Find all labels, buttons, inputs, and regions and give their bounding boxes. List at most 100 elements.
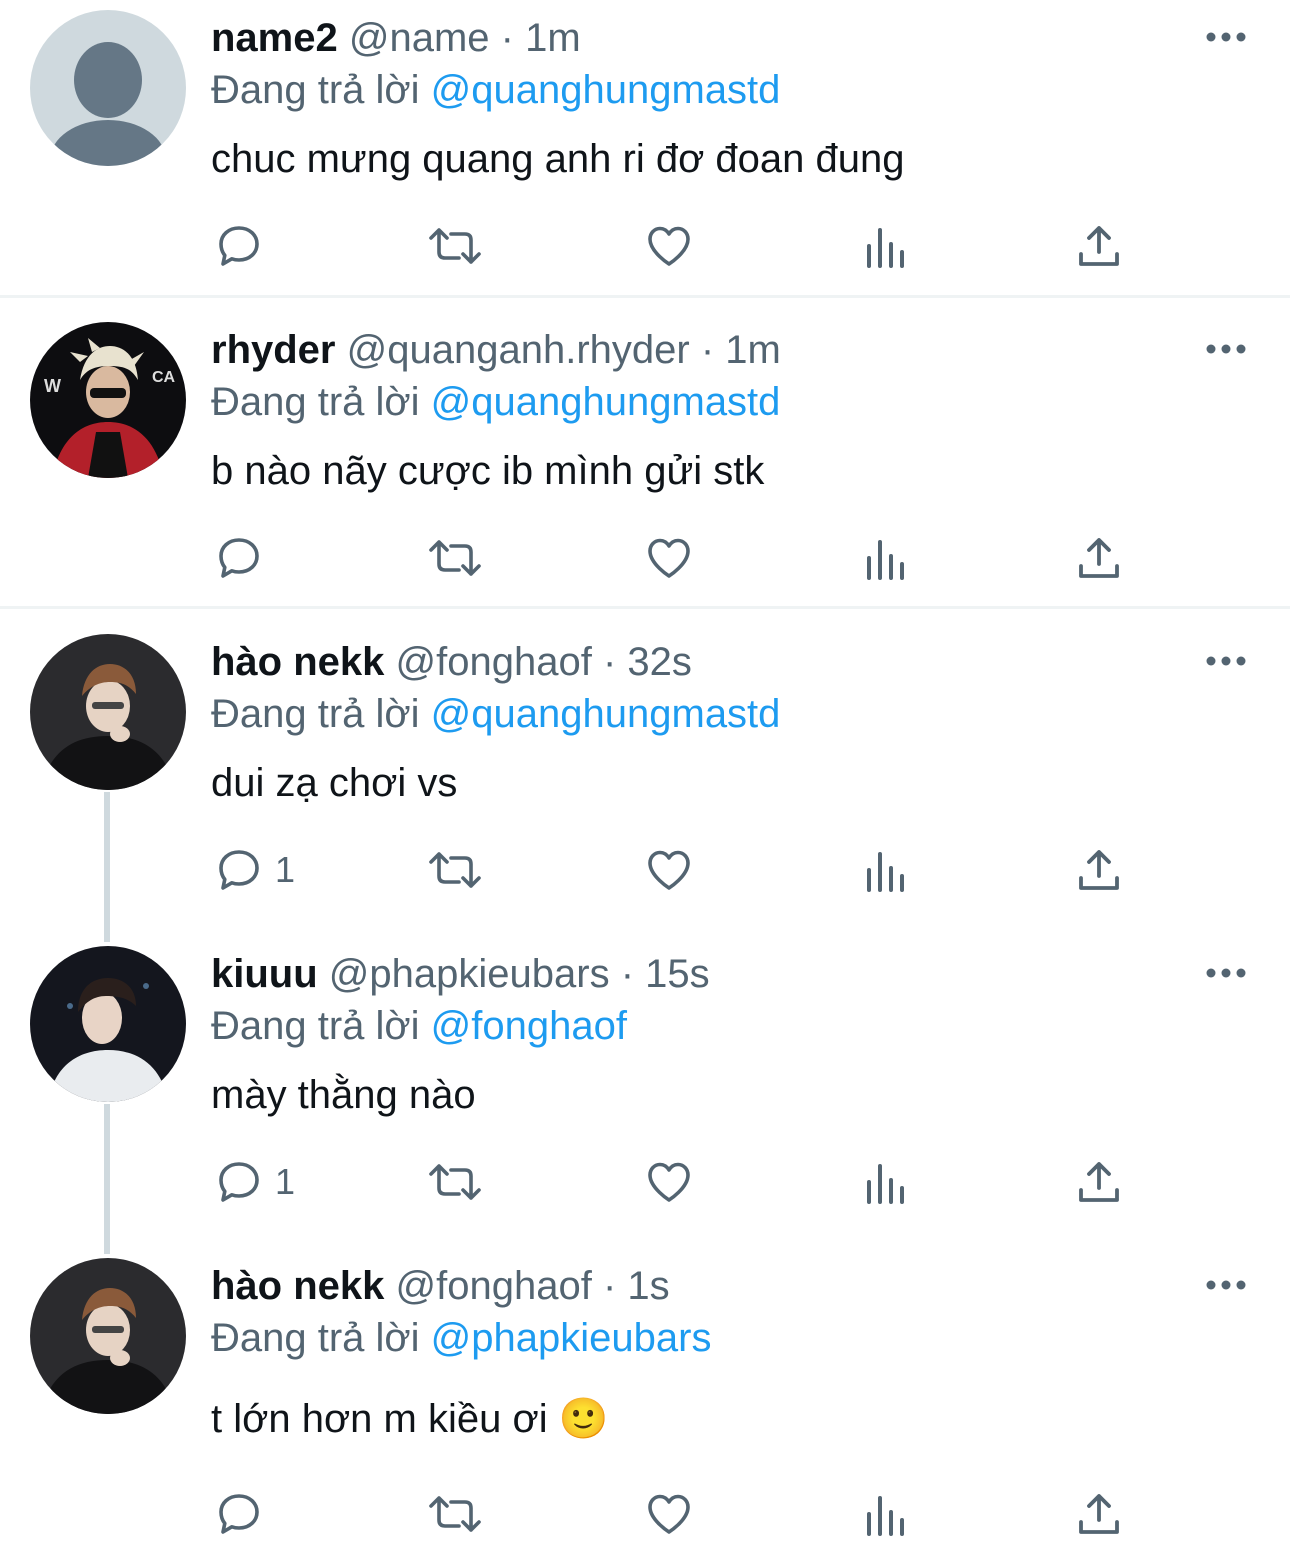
heart-icon	[648, 1494, 690, 1534]
tweet-text: mày thằng nào	[211, 1073, 476, 1117]
like-button[interactable]	[645, 844, 693, 896]
retweet-button[interactable]	[427, 532, 483, 584]
retweet-icon	[429, 1496, 481, 1532]
heart-icon	[648, 1162, 690, 1202]
analytics-icon	[867, 1164, 904, 1204]
replying-to: Đang trả lời @fonghaof	[211, 1002, 627, 1050]
reply-icon	[219, 1494, 259, 1534]
more-options-button[interactable]	[1203, 646, 1249, 676]
mention-link[interactable]: @quanghungmastd	[431, 692, 781, 736]
reply-icon	[219, 1162, 259, 1202]
avatar[interactable]: W CA	[30, 322, 186, 478]
action-bar: 1	[211, 844, 1151, 900]
heart-icon	[648, 850, 690, 890]
tweet-header: name2 @name · 1m	[211, 14, 581, 62]
views-button[interactable]	[861, 1156, 909, 1208]
timestamp[interactable]: · 1m	[701, 328, 781, 372]
tweet[interactable]: W CA rhyder @quanganh.rhyder · 1m Đang t…	[0, 312, 1290, 606]
mention-link[interactable]: @phapkieubars	[431, 1316, 712, 1360]
mention-link[interactable]: @fonghaof	[431, 1004, 627, 1048]
replying-to-label: Đang trả lời	[211, 380, 420, 424]
analytics-icon	[867, 540, 904, 580]
reply-icon	[219, 226, 259, 266]
retweet-button[interactable]	[427, 1156, 483, 1208]
handle[interactable]: @quanganh.rhyder	[347, 328, 690, 372]
like-button[interactable]	[645, 532, 693, 584]
reply-button[interactable]	[215, 532, 275, 584]
share-icon	[1079, 226, 1119, 266]
retweet-button[interactable]	[427, 1488, 483, 1540]
replying-to: Đang trả lời @quanghungmastd	[211, 690, 780, 738]
retweet-button[interactable]	[427, 220, 483, 272]
share-icon	[1079, 538, 1119, 578]
retweet-icon	[429, 852, 481, 888]
more-options-button[interactable]	[1203, 334, 1249, 364]
avatar[interactable]	[30, 1258, 186, 1414]
reply-button[interactable]	[215, 220, 275, 272]
mention-link[interactable]: @quanghungmastd	[431, 380, 781, 424]
analytics-icon	[867, 852, 904, 892]
tweet-header: hào nekk @fonghaof · 32s	[211, 638, 692, 686]
more-options-button[interactable]	[1203, 1270, 1249, 1300]
views-button[interactable]	[861, 844, 909, 896]
views-button[interactable]	[861, 532, 909, 584]
analytics-icon	[867, 1496, 904, 1536]
share-icon	[1079, 1494, 1119, 1534]
handle[interactable]: @fonghaof	[396, 640, 592, 684]
handle[interactable]: @phapkieubars	[329, 952, 610, 996]
avatar[interactable]	[30, 946, 186, 1102]
avatar[interactable]	[30, 634, 186, 790]
more-options-button[interactable]	[1203, 22, 1249, 52]
more-icon	[1206, 968, 1246, 978]
display-name[interactable]: name2	[211, 16, 338, 60]
default-avatar-icon	[30, 10, 186, 166]
like-button[interactable]	[645, 1488, 693, 1540]
tweet[interactable]: hào nekk @fonghaof · 1s Đang trả lời @ph…	[0, 1248, 1290, 1553]
share-button[interactable]	[1075, 1488, 1123, 1540]
more-options-button[interactable]	[1203, 958, 1249, 988]
share-button[interactable]	[1075, 220, 1123, 272]
timestamp[interactable]: · 1m	[501, 16, 581, 60]
reply-button[interactable]	[215, 1488, 275, 1540]
like-button[interactable]	[645, 220, 693, 272]
retweet-button[interactable]	[427, 844, 483, 896]
heart-icon	[648, 538, 690, 578]
reply-icon	[219, 850, 259, 890]
share-button[interactable]	[1075, 1156, 1123, 1208]
tweet[interactable]: name2 @name · 1m Đang trả lời @quanghung…	[0, 0, 1290, 296]
retweet-icon	[429, 540, 481, 576]
profile-photo-icon: W CA	[30, 322, 186, 478]
more-icon	[1206, 656, 1246, 666]
reply-button[interactable]: 1	[215, 1156, 295, 1208]
reply-button[interactable]: 1	[215, 844, 295, 896]
display-name[interactable]: rhyder	[211, 328, 336, 372]
handle[interactable]: @name	[349, 16, 490, 60]
display-name[interactable]: hào nekk	[211, 640, 384, 684]
display-name[interactable]: kiuuu	[211, 952, 318, 996]
action-bar: 1	[211, 1156, 1151, 1212]
share-button[interactable]	[1075, 844, 1123, 896]
tweet[interactable]: kiuuu @phapkieubars · 15s Đang trả lời @…	[0, 936, 1290, 1248]
handle[interactable]: @fonghaof	[396, 1264, 592, 1308]
timestamp[interactable]: · 15s	[621, 952, 710, 996]
share-button[interactable]	[1075, 532, 1123, 584]
views-button[interactable]	[861, 1488, 909, 1540]
share-icon	[1079, 1162, 1119, 1202]
avatar[interactable]	[30, 10, 186, 166]
tweet-text: t lớn hơn m kiều ơi 🙂	[211, 1397, 609, 1441]
views-button[interactable]	[861, 220, 909, 272]
divider	[0, 295, 1290, 298]
tweet[interactable]: hào nekk @fonghaof · 32s Đang trả lời @q…	[0, 624, 1290, 936]
divider	[0, 606, 1290, 609]
more-icon	[1206, 1280, 1246, 1290]
like-button[interactable]	[645, 1156, 693, 1208]
profile-photo-icon	[30, 1258, 186, 1414]
timestamp[interactable]: · 32s	[603, 640, 692, 684]
timestamp[interactable]: · 1s	[603, 1264, 670, 1308]
display-name[interactable]: hào nekk	[211, 1264, 384, 1308]
reply-count: 1	[275, 1161, 296, 1202]
replying-to-label: Đang trả lời	[211, 68, 420, 112]
replying-to-label: Đang trả lời	[211, 1004, 420, 1048]
more-icon	[1206, 344, 1246, 354]
mention-link[interactable]: @quanghungmastd	[431, 68, 781, 112]
